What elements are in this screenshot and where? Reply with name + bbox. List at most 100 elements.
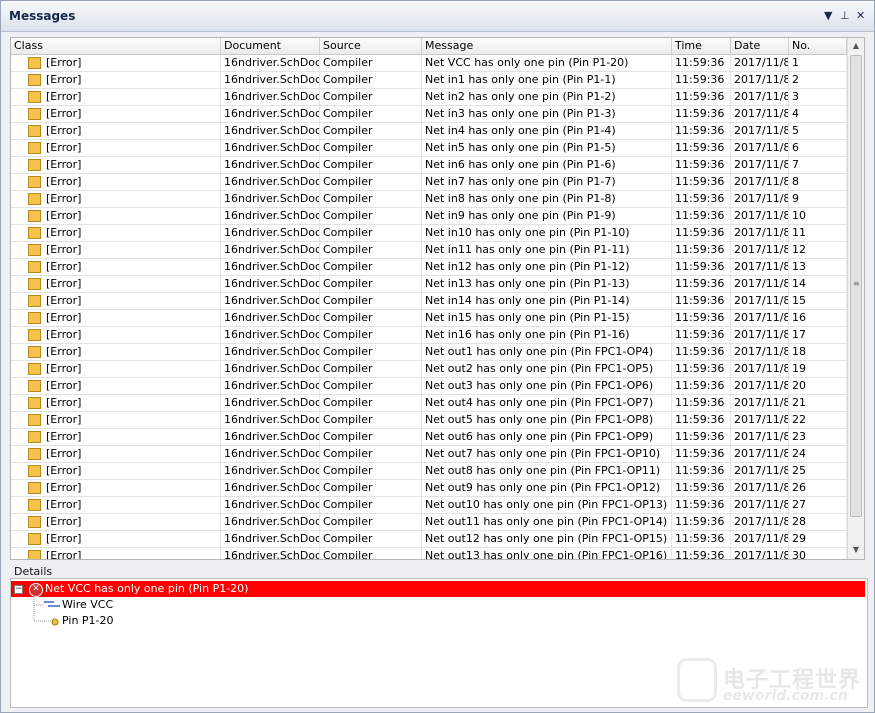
table-row[interactable]: [Error] 16ndriver.SchDoc Compiler Net in3 h… xyxy=(11,106,847,123)
cell-source: Compiler xyxy=(320,514,422,530)
table-row[interactable]: [Error] 16ndriver.SchDoc Compiler Net in16 … xyxy=(11,327,847,344)
table-row[interactable]: [Error] 16ndriver.SchDoc Compiler Net in8 h… xyxy=(11,191,847,208)
table-row[interactable]: [Error] 16ndriver.SchDoc Compiler Net out7 … xyxy=(11,446,847,463)
cell-source: Compiler xyxy=(320,123,422,139)
watermark-logo-icon xyxy=(677,658,717,702)
table-row[interactable]: [Error] 16ndriver.SchDoc Compiler Net out3 … xyxy=(11,378,847,395)
table-row[interactable]: [Error] 16ndriver.SchDoc Compiler Net in11 … xyxy=(11,242,847,259)
column-header-no[interactable]: No. xyxy=(789,38,847,54)
cell-class: [Error] xyxy=(43,446,221,462)
error-class-icon xyxy=(28,465,41,477)
table-row[interactable]: [Error] 16ndriver.SchDoc Compiler Net in2 h… xyxy=(11,89,847,106)
column-header-date[interactable]: Date xyxy=(731,38,789,54)
close-icon[interactable]: ✕ xyxy=(856,9,865,23)
table-row[interactable]: [Error] 16ndriver.SchDoc Compiler Net in13 … xyxy=(11,276,847,293)
cell-source: Compiler xyxy=(320,89,422,105)
table-row[interactable]: [Error] 16ndriver.SchDoc Compiler Net out4 … xyxy=(11,395,847,412)
cell-time: 11:59:36 xyxy=(672,174,731,190)
cell-source: Compiler xyxy=(320,140,422,156)
cell-date: 2017/11/8 xyxy=(731,225,789,241)
table-row[interactable]: [Error] 16ndriver.SchDoc Compiler Net in12 … xyxy=(11,259,847,276)
pin-icon[interactable]: ⊥ xyxy=(840,9,850,23)
cell-date: 2017/11/8 xyxy=(731,174,789,190)
vertical-scrollbar[interactable]: ▲ ≡ ▼ xyxy=(847,38,864,559)
error-class-icon xyxy=(28,431,41,443)
cell-date: 2017/11/8 xyxy=(731,497,789,513)
column-header-document[interactable]: Document xyxy=(221,38,320,54)
table-row[interactable]: [Error] 16ndriver.SchDoc Compiler Net in4 h… xyxy=(11,123,847,140)
cell-message: Net in4 has only one pin (Pin P1-4) xyxy=(422,123,672,139)
table-row[interactable]: [Error] 16ndriver.SchDoc Compiler Net in5 h… xyxy=(11,140,847,157)
table-row[interactable]: [Error] 16ndriver.SchDoc Compiler Net in1 h… xyxy=(11,72,847,89)
cell-source: Compiler xyxy=(320,106,422,122)
table-row[interactable]: [Error] 16ndriver.SchDoc Compiler Net in9 h… xyxy=(11,208,847,225)
cell-no: 8 xyxy=(789,174,847,190)
table-row[interactable]: [Error] 16ndriver.SchDoc Compiler Net out9 … xyxy=(11,480,847,497)
cell-message: Net in7 has only one pin (Pin P1-7) xyxy=(422,174,672,190)
cell-class: [Error] xyxy=(43,378,221,394)
error-class-icon xyxy=(28,227,41,239)
table-row[interactable]: [Error] 16ndriver.SchDoc Compiler Net out5 … xyxy=(11,412,847,429)
details-item-wire[interactable]: Wire VCC xyxy=(62,597,113,613)
table-row[interactable]: [Error] 16ndriver.SchDoc Compiler Net out1 … xyxy=(11,344,847,361)
table-row[interactable]: [Error] 16ndriver.SchDoc Compiler Net out2 … xyxy=(11,361,847,378)
cell-date: 2017/11/8 xyxy=(731,72,789,88)
column-header-class[interactable]: Class xyxy=(11,38,221,54)
column-header-source[interactable]: Source xyxy=(320,38,422,54)
cell-message: Net VCC has only one pin (Pin P1-20) xyxy=(422,55,672,71)
cell-date: 2017/11/8 xyxy=(731,106,789,122)
cell-time: 11:59:36 xyxy=(672,140,731,156)
table-row[interactable]: [Error] 16ndriver.SchDoc Compiler Net out8 … xyxy=(11,463,847,480)
cell-class: [Error] xyxy=(43,310,221,326)
table-row[interactable]: [Error] 16ndriver.SchDoc Compiler Net out12… xyxy=(11,531,847,548)
column-header-message[interactable]: Message xyxy=(422,38,672,54)
cell-document: 16ndriver.SchDoc xyxy=(221,412,320,428)
cell-source: Compiler xyxy=(320,259,422,275)
cell-message: Net in14 has only one pin (Pin P1-14) xyxy=(422,293,672,309)
cell-time: 11:59:36 xyxy=(672,276,731,292)
cell-date: 2017/11/8 xyxy=(731,191,789,207)
cell-source: Compiler xyxy=(320,157,422,173)
table-row[interactable]: [Error] 16ndriver.SchDoc Compiler Net in6 h… xyxy=(11,157,847,174)
table-row[interactable]: [Error] 16ndriver.SchDoc Compiler Net in7 h… xyxy=(11,174,847,191)
table-row[interactable]: [Error] 16ndriver.SchDoc Compiler Net in15 … xyxy=(11,310,847,327)
cell-message: Net in2 has only one pin (Pin P1-2) xyxy=(422,89,672,105)
cell-document: 16ndriver.SchDoc xyxy=(221,208,320,224)
cell-document: 16ndriver.SchDoc xyxy=(221,514,320,530)
cell-source: Compiler xyxy=(320,208,422,224)
cell-no: 24 xyxy=(789,446,847,462)
cell-time: 11:59:36 xyxy=(672,531,731,547)
table-row[interactable]: [Error] 16ndriver.SchDoc Compiler Net out11… xyxy=(11,514,847,531)
table-row[interactable]: [Error] 16ndriver.SchDoc Compiler Net out6 … xyxy=(11,429,847,446)
cell-source: Compiler xyxy=(320,174,422,190)
scroll-thumb[interactable]: ≡ xyxy=(850,55,862,517)
panel-menu-button[interactable]: ▼ xyxy=(824,9,832,23)
column-header-time[interactable]: Time xyxy=(672,38,731,54)
cell-document: 16ndriver.SchDoc xyxy=(221,225,320,241)
cell-source: Compiler xyxy=(320,276,422,292)
table-row[interactable]: [Error] 16ndriver.SchDoc Compiler Net out13… xyxy=(11,548,847,559)
cell-no: 20 xyxy=(789,378,847,394)
details-item-pin[interactable]: Pin P1-20 xyxy=(62,613,114,629)
table-row[interactable]: [Error] 16ndriver.SchDoc Compiler Net in10 … xyxy=(11,225,847,242)
cell-date: 2017/11/8 xyxy=(731,344,789,360)
message-rows: [Error] 16ndriver.SchDoc Compiler Net VCC h… xyxy=(11,55,847,559)
cell-source: Compiler xyxy=(320,378,422,394)
cell-no: 18 xyxy=(789,344,847,360)
cell-no: 3 xyxy=(789,89,847,105)
collapse-icon[interactable]: − xyxy=(14,585,23,594)
cell-document: 16ndriver.SchDoc xyxy=(221,548,320,559)
details-error-row[interactable]: − ✕ Net VCC has only one pin (Pin P1-20) xyxy=(11,581,865,597)
grip-icon: ≡ xyxy=(853,279,860,288)
cell-date: 2017/11/8 xyxy=(731,89,789,105)
table-row[interactable]: [Error] 16ndriver.SchDoc Compiler Net in14 … xyxy=(11,293,847,310)
cell-document: 16ndriver.SchDoc xyxy=(221,276,320,292)
cell-class: [Error] xyxy=(43,344,221,360)
cell-class: [Error] xyxy=(43,123,221,139)
error-x-icon: ✕ xyxy=(29,583,43,597)
scroll-down-arrow[interactable]: ▼ xyxy=(848,542,864,558)
cell-no: 25 xyxy=(789,463,847,479)
table-row[interactable]: [Error] 16ndriver.SchDoc Compiler Net VCC h… xyxy=(11,55,847,72)
scroll-up-arrow[interactable]: ▲ xyxy=(848,38,864,54)
table-row[interactable]: [Error] 16ndriver.SchDoc Compiler Net out10… xyxy=(11,497,847,514)
